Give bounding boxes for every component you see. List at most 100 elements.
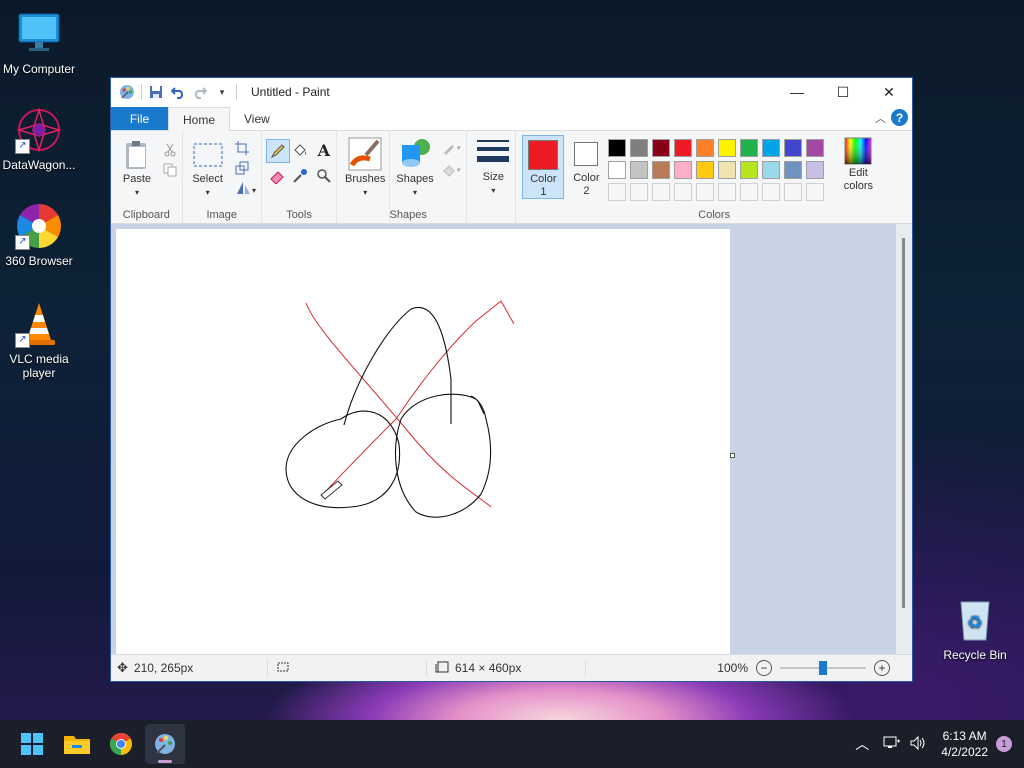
zoom-out-icon[interactable]: − xyxy=(756,660,772,676)
size-button[interactable]: Size ▾ xyxy=(475,137,511,197)
palette-swatch[interactable] xyxy=(806,139,825,157)
desktop-icon-vlc[interactable]: ↗ VLC media player xyxy=(0,300,79,380)
custom-color-slot[interactable] xyxy=(718,183,737,201)
crop-icon[interactable] xyxy=(233,139,251,157)
selection-icon xyxy=(276,661,290,676)
custom-color-slot[interactable] xyxy=(740,183,759,201)
edit-colors-button[interactable]: Edit colors xyxy=(838,137,878,193)
palette-swatch[interactable] xyxy=(806,161,825,179)
paste-button[interactable]: Paste ▾ xyxy=(119,139,155,199)
cut-icon[interactable] xyxy=(161,141,179,159)
palette-swatch[interactable] xyxy=(630,139,649,157)
clock[interactable]: 6:13 AM 4/2/2022 xyxy=(941,728,988,760)
palette-swatch[interactable] xyxy=(784,161,803,179)
color1-label-line1: Color xyxy=(530,173,557,185)
chrome-button[interactable] xyxy=(101,724,141,764)
customize-toolbar-icon[interactable]: ▾ xyxy=(214,84,230,100)
folder-icon xyxy=(64,736,90,754)
color-picker-icon[interactable] xyxy=(291,167,309,185)
minimize-button[interactable]: — xyxy=(774,78,820,106)
resize-icon[interactable] xyxy=(233,159,251,177)
desktop-icon-my-computer[interactable]: My Computer xyxy=(0,10,79,76)
maximize-button[interactable]: ☐ xyxy=(820,78,866,106)
pencil-icon[interactable] xyxy=(265,139,290,163)
help-button[interactable]: ? xyxy=(891,109,908,126)
palette-swatch[interactable] xyxy=(652,139,671,157)
brushes-button[interactable]: Brushes ▾ xyxy=(343,137,387,199)
size-group: Size ▾ xyxy=(467,131,517,223)
custom-color-slot[interactable] xyxy=(630,183,649,201)
palette-swatch[interactable] xyxy=(784,139,803,157)
desktop-icon-360-browser[interactable]: ↗ 360 Browser xyxy=(0,202,79,268)
shortcut-arrow-icon: ↗ xyxy=(15,333,30,348)
palette-swatch[interactable] xyxy=(696,161,715,179)
custom-color-slot[interactable] xyxy=(696,183,715,201)
desktop-icon-label: VLC media player xyxy=(9,352,69,380)
tab-home[interactable]: Home xyxy=(168,107,231,131)
palette-swatch[interactable] xyxy=(696,139,715,157)
redo-icon[interactable] xyxy=(192,84,208,100)
palette-swatch[interactable] xyxy=(718,161,737,179)
canvas-resize-handle-right[interactable] xyxy=(730,453,735,458)
desktop-icon-datawagon[interactable]: ↗ DataWagon... xyxy=(0,106,79,172)
volume-icon[interactable] xyxy=(909,735,927,754)
collapse-ribbon-icon[interactable]: ︿ xyxy=(875,110,886,126)
fill-bucket-icon[interactable] xyxy=(291,141,309,159)
paint-taskbar-button[interactable] xyxy=(145,724,185,764)
save-icon[interactable] xyxy=(148,84,164,100)
canvas-workspace xyxy=(111,224,912,656)
close-button[interactable]: ✕ xyxy=(866,78,912,106)
fill-icon[interactable]: ▾ xyxy=(440,161,466,179)
undo-icon[interactable] xyxy=(170,84,186,100)
zoom-slider[interactable] xyxy=(780,661,866,675)
zoom-level: 100% xyxy=(717,661,748,675)
custom-color-slot[interactable] xyxy=(674,183,693,201)
recycle-bin-icon: ♻ xyxy=(951,596,999,644)
color1-button[interactable]: Color 1 xyxy=(522,135,565,199)
palette-swatch[interactable] xyxy=(674,139,693,157)
custom-color-slot[interactable] xyxy=(806,183,825,201)
paint-app-icon[interactable] xyxy=(119,84,135,100)
vertical-scrollbar[interactable] xyxy=(896,224,912,656)
paint-window: ▾ Untitled - Paint — ☐ ✕ File Home View … xyxy=(110,77,913,682)
custom-color-slot[interactable] xyxy=(652,183,671,201)
360-browser-icon: ↗ xyxy=(15,202,63,250)
notification-badge[interactable]: 1 xyxy=(996,736,1012,752)
rotate-icon[interactable]: ▾ xyxy=(233,179,259,197)
start-button[interactable] xyxy=(12,724,52,764)
drawing-canvas[interactable] xyxy=(116,229,730,654)
palette-swatch[interactable] xyxy=(740,161,759,179)
image-group: Select ▾ ▾ Image xyxy=(183,131,262,223)
palette-swatch[interactable] xyxy=(718,139,737,157)
select-button[interactable]: Select ▾ xyxy=(189,139,227,199)
zoom-slider-thumb[interactable] xyxy=(819,661,827,675)
title-bar: ▾ Untitled - Paint — ☐ ✕ xyxy=(111,78,912,106)
palette-swatch[interactable] xyxy=(740,139,759,157)
palette-swatch[interactable] xyxy=(608,161,627,179)
tab-file[interactable]: File xyxy=(111,107,168,130)
show-hidden-icons-chevron-icon[interactable]: ︿ xyxy=(855,734,869,754)
palette-swatch[interactable] xyxy=(674,161,693,179)
palette-swatch[interactable] xyxy=(762,139,781,157)
tab-view[interactable]: View xyxy=(230,107,284,130)
scrollbar-thumb[interactable] xyxy=(902,238,905,608)
file-explorer-button[interactable] xyxy=(57,724,97,764)
brushes-label: Brushes xyxy=(345,173,386,185)
desktop-icon-recycle-bin[interactable]: ♻ Recycle Bin xyxy=(935,596,1015,662)
custom-color-slot[interactable] xyxy=(608,183,627,201)
palette-swatch[interactable] xyxy=(652,161,671,179)
copy-icon[interactable] xyxy=(161,161,179,179)
shapes-button[interactable]: Shapes ▾ xyxy=(394,137,436,199)
palette-swatch[interactable] xyxy=(608,139,627,157)
network-icon[interactable] xyxy=(883,735,901,754)
zoom-in-icon[interactable]: + xyxy=(874,660,890,676)
magnifier-icon[interactable] xyxy=(315,167,333,185)
eraser-icon[interactable] xyxy=(268,167,286,185)
text-tool-icon[interactable]: A xyxy=(315,141,333,160)
palette-swatch[interactable] xyxy=(762,161,781,179)
color2-button[interactable]: Color 2 xyxy=(566,135,606,197)
palette-swatch[interactable] xyxy=(630,161,649,179)
custom-color-slot[interactable] xyxy=(762,183,781,201)
custom-color-slot[interactable] xyxy=(784,183,803,201)
outline-icon[interactable]: ▾ xyxy=(440,139,466,157)
